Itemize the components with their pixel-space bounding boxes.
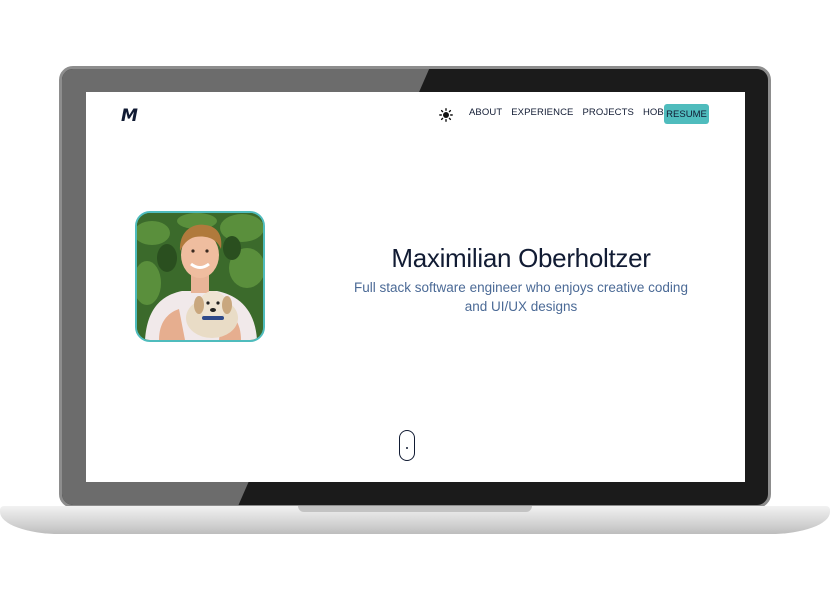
laptop-notch bbox=[298, 506, 532, 512]
sun-icon-graphic bbox=[439, 108, 453, 122]
main-nav: ABOUT EXPERIENCE PROJECTS HOBBIES bbox=[469, 107, 695, 118]
hero-name: Maximilian Oberholtzer bbox=[391, 243, 651, 273]
nav-experience[interactable]: EXPERIENCE bbox=[511, 107, 573, 118]
scroll-dot bbox=[406, 447, 408, 449]
website-screen: M ABOUT EXPERIENCE PROJECTS HOBBIES RESU… bbox=[86, 92, 745, 482]
hero-tagline: Full stack software engineer who enjoys … bbox=[354, 280, 688, 314]
profile-photo-graphic bbox=[137, 213, 263, 340]
nav-projects[interactable]: PROJECTS bbox=[582, 107, 633, 118]
scroll-down-indicator[interactable] bbox=[399, 430, 415, 461]
sun-icon[interactable] bbox=[438, 107, 454, 123]
resume-button[interactable]: RESUME bbox=[664, 104, 709, 124]
site-logo[interactable]: M bbox=[121, 106, 138, 126]
profile-photo bbox=[135, 211, 265, 342]
nav-about[interactable]: ABOUT bbox=[469, 107, 502, 118]
